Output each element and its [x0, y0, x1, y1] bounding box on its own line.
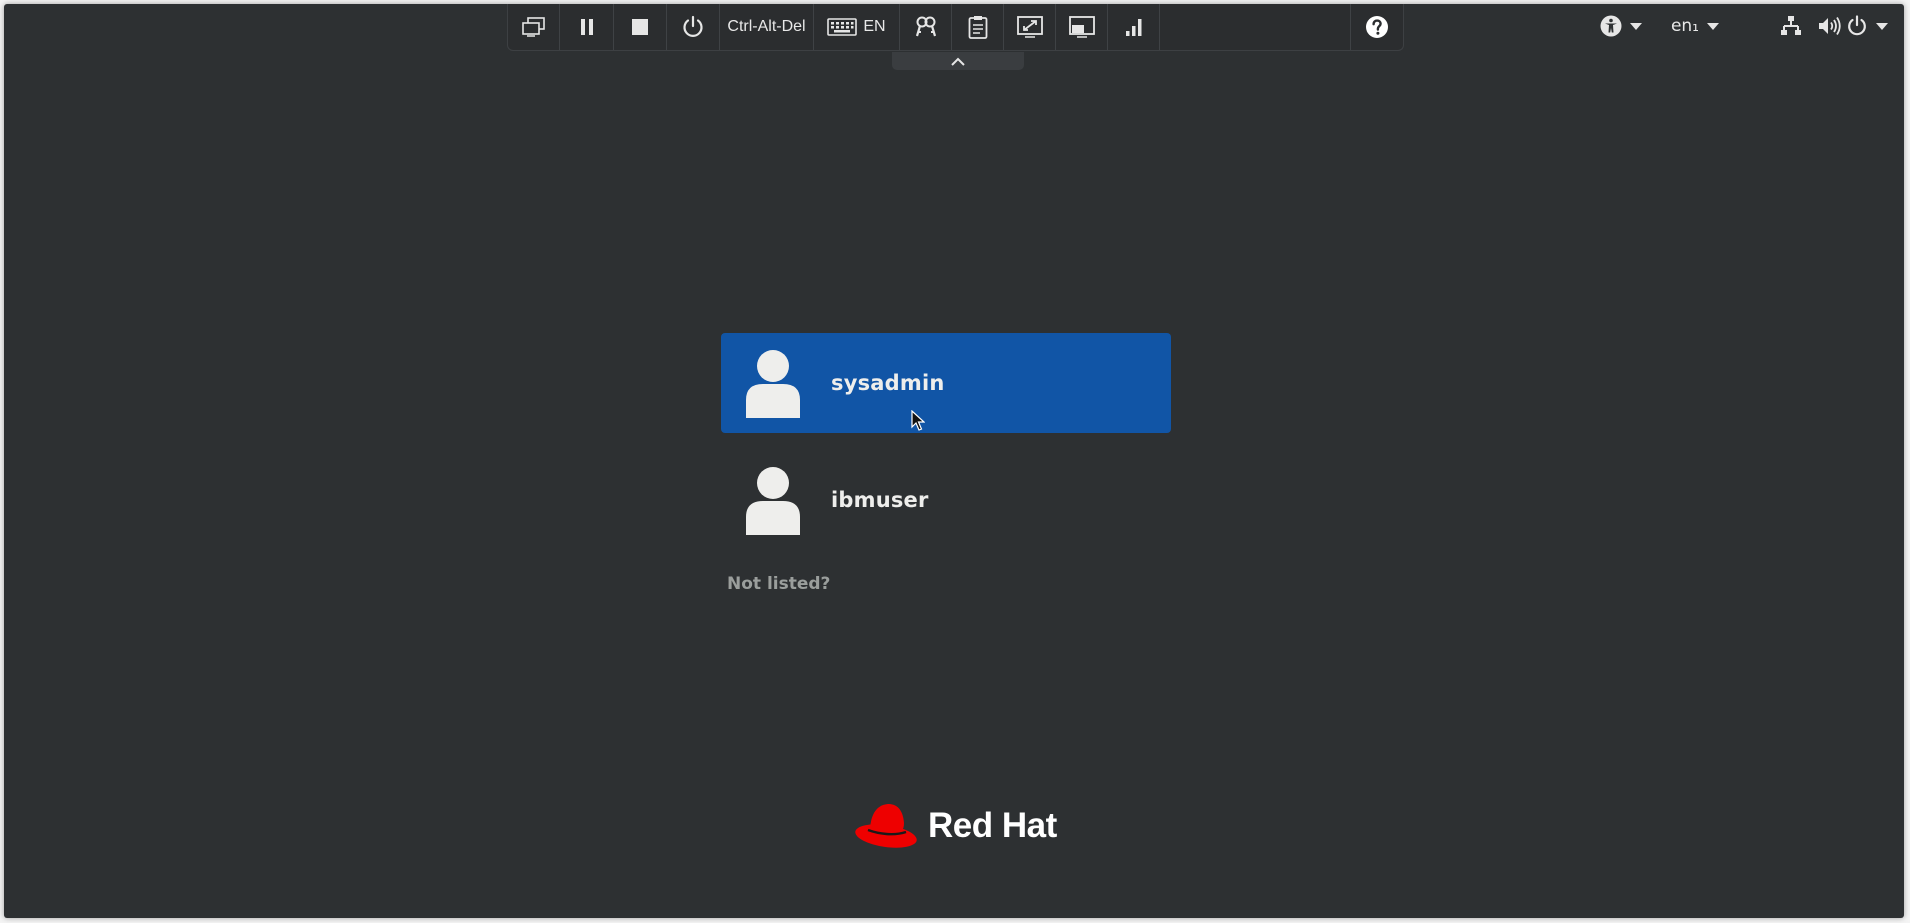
user-item-sysadmin[interactable]: sysadmin: [721, 333, 1171, 433]
keys-icon[interactable]: [900, 4, 952, 50]
toolbar-spacer: [1160, 4, 1351, 50]
keyboard-icon: [827, 18, 858, 36]
red-hat-logo: Red Hat: [854, 799, 1057, 853]
input-source-menu[interactable]: en₁: [1671, 12, 1719, 40]
red-hat-icon: [855, 804, 917, 848]
login-screen: Ctrl-Alt-Del EN en₁ sysadmin ibmuser Not…: [4, 4, 1904, 918]
chevron-down-icon: [1707, 22, 1719, 30]
avatar: [743, 464, 803, 536]
mouse-cursor-icon: [911, 410, 925, 431]
volume-icon[interactable]: [1818, 12, 1842, 40]
network-icon[interactable]: [1780, 12, 1802, 40]
input-source-label: en₁: [1670, 16, 1699, 36]
chevron-up-icon: [951, 57, 965, 66]
chevron-down-icon: [1876, 22, 1888, 30]
signal-icon[interactable]: [1108, 4, 1160, 50]
user-icon: [746, 350, 800, 418]
power-icon[interactable]: [667, 4, 720, 50]
power-menu[interactable]: [1846, 12, 1888, 40]
avatar: [743, 347, 803, 419]
vnc-toolbar: Ctrl-Alt-Del EN: [507, 4, 1404, 51]
user-name: ibmuser: [831, 488, 929, 512]
user-icon: [746, 467, 800, 535]
screens-icon[interactable]: [508, 4, 560, 50]
logo-text: Red Hat: [928, 806, 1057, 845]
accessibility-icon: [1600, 15, 1622, 37]
chevron-down-icon: [1630, 22, 1642, 30]
accessibility-menu[interactable]: [1600, 12, 1642, 40]
resize-icon[interactable]: [1056, 4, 1108, 50]
not-listed-link[interactable]: Not listed?: [727, 574, 830, 594]
user-name: sysadmin: [831, 371, 945, 395]
keyboard-layout-button[interactable]: EN: [814, 4, 900, 50]
stop-icon[interactable]: [614, 4, 667, 50]
user-item-ibmuser[interactable]: ibmuser: [721, 450, 1171, 550]
scale-icon[interactable]: [1004, 4, 1056, 50]
help-icon[interactable]: [1351, 4, 1403, 50]
ctrl-alt-del-label: Ctrl-Alt-Del: [727, 18, 806, 35]
ctrl-alt-del-button[interactable]: Ctrl-Alt-Del: [720, 4, 814, 50]
clipboard-icon[interactable]: [952, 4, 1004, 50]
toolbar-collapse-handle[interactable]: [892, 52, 1024, 70]
power-menu-icon: [1848, 15, 1866, 36]
pause-icon[interactable]: [560, 4, 614, 50]
keyboard-language-label: EN: [863, 18, 886, 35]
